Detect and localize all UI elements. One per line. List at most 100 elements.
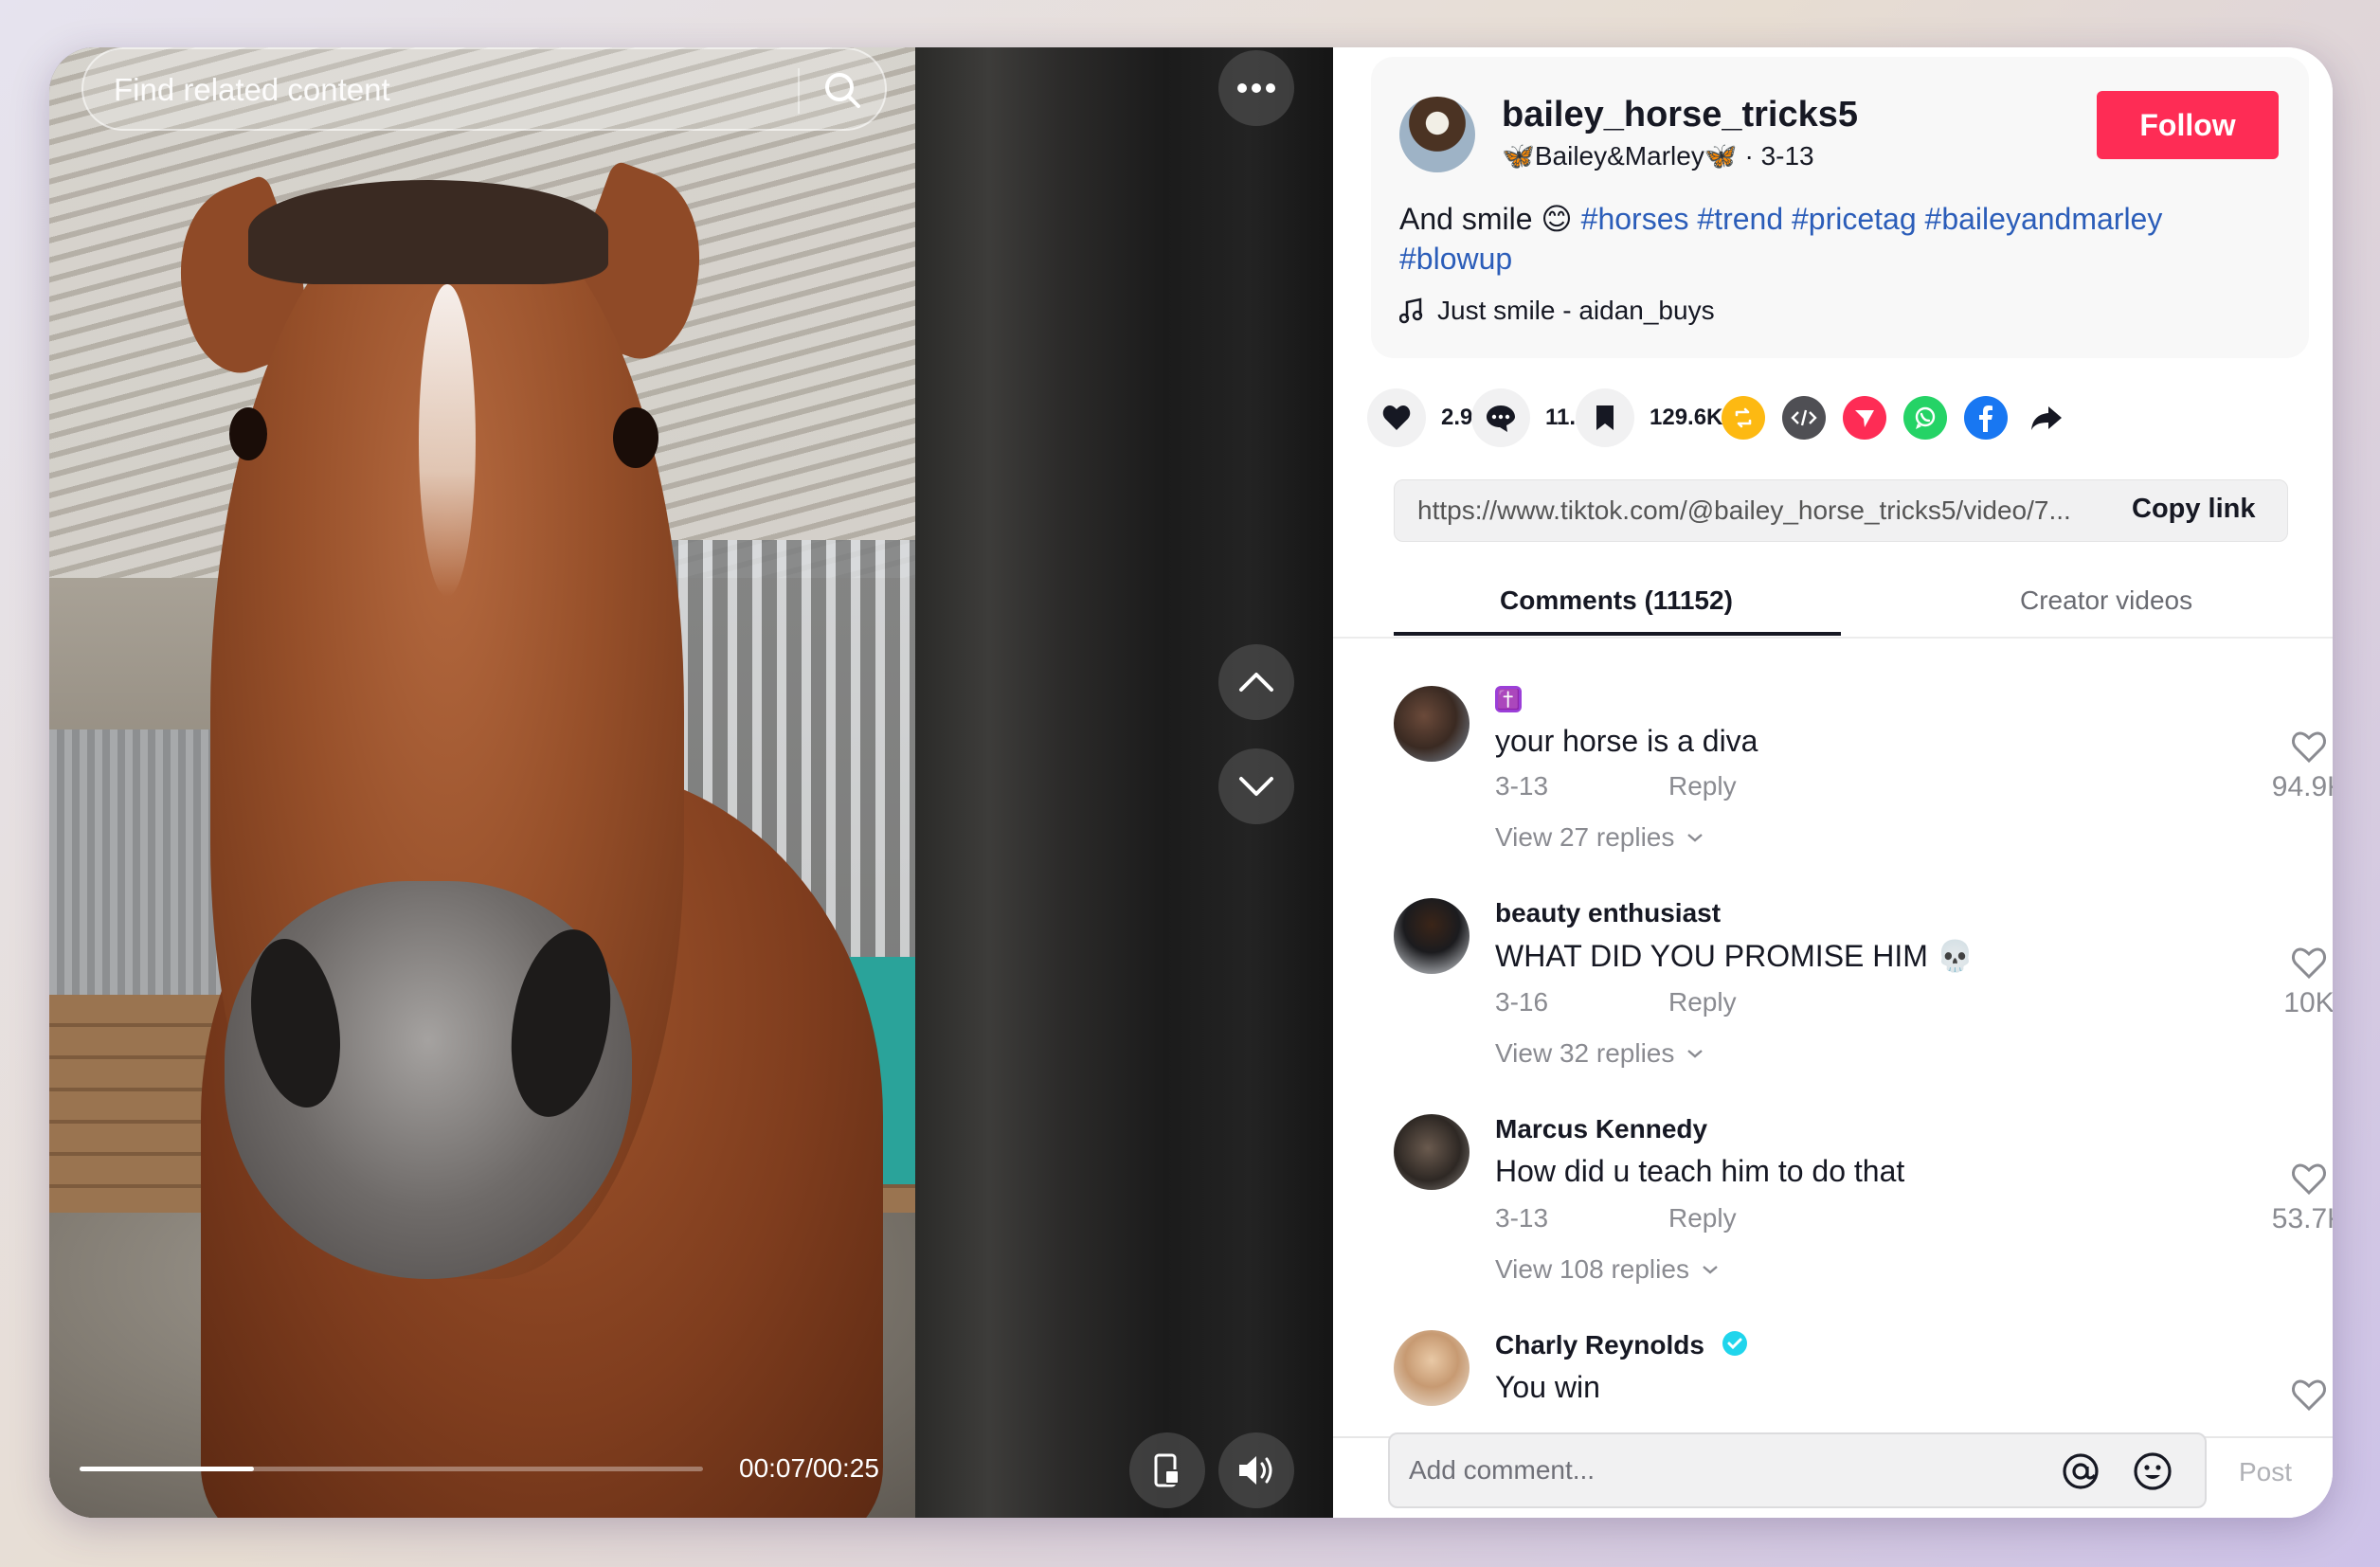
comment-date: 3-16: [1495, 987, 1549, 1017]
bookmark-icon[interactable]: [1576, 388, 1634, 447]
horse-blaze: [419, 284, 476, 597]
music-info[interactable]: Just smile - aidan_buys: [1399, 296, 1715, 326]
view-replies-button[interactable]: View 27 replies: [1495, 822, 1704, 853]
details-panel: bailey_horse_tricks5 🦋Bailey&Marley🦋 · 3…: [1333, 47, 2333, 1518]
description-text: And smile 😊: [1399, 202, 1581, 236]
view-replies-label: View 108 replies: [1495, 1254, 1689, 1284]
send-icon[interactable]: [1843, 396, 1886, 440]
author-subline: 🦋Bailey&Marley🦋 · 3-13: [1502, 140, 1814, 171]
comment-text: You win: [1495, 1370, 1600, 1404]
active-tab-indicator: [1394, 632, 1841, 636]
more-options-button[interactable]: [1218, 50, 1294, 126]
commenter-avatar[interactable]: [1394, 1330, 1469, 1406]
chevron-down-icon: [1687, 1050, 1704, 1058]
heart-outline-icon[interactable]: [2290, 946, 2328, 980]
comment-list[interactable]: ✝️ your horse is a diva 3-13 Reply View …: [1333, 639, 2333, 1436]
author-display-name[interactable]: 🦋Bailey&Marley🦋: [1502, 141, 1738, 171]
commenter-name-label: Charly Reynolds: [1495, 1330, 1704, 1360]
video-info-card: bailey_horse_tricks5 🦋Bailey&Marley🦋 · 3…: [1371, 57, 2309, 358]
heart-outline-icon[interactable]: [2290, 729, 2328, 764]
comment-item: beauty enthusiast WHAT DID YOU PROMISE H…: [1333, 855, 2333, 1071]
related-content-search[interactable]: Find related content: [81, 47, 887, 131]
copy-link-button[interactable]: Copy link: [2132, 494, 2256, 525]
mention-icon[interactable]: [2057, 1448, 2104, 1495]
add-comment-placeholder: Add comment...: [1409, 1455, 1596, 1485]
volume-button[interactable]: [1218, 1432, 1294, 1508]
tab-creator-videos[interactable]: Creator videos: [2020, 585, 2192, 616]
chevron-down-icon: [1239, 777, 1273, 796]
share-arrow-icon[interactable]: [2025, 396, 2068, 440]
comment-text: WHAT DID YOU PROMISE HIM 💀: [1495, 939, 1974, 973]
video-progress-bar[interactable]: [80, 1467, 703, 1471]
save-count: 129.6K: [1650, 405, 1723, 430]
chevron-down-icon: [1687, 834, 1704, 842]
comment-like-count: 53.7K: [2271, 1203, 2333, 1234]
comment-text: your horse is a diva: [1495, 724, 1758, 758]
comment-item: Charly Reynolds You win: [1333, 1287, 2333, 1436]
horse-eye-right: [613, 407, 658, 468]
app-window: Find related content 00:07/00:25 bailey_…: [49, 47, 2333, 1518]
search-placeholder: Find related content: [114, 72, 390, 107]
video-url[interactable]: https://www.tiktok.com/@bailey_horse_tri…: [1417, 495, 2109, 526]
commenter-name[interactable]: Marcus Kennedy: [1495, 1114, 1707, 1144]
video-link-box[interactable]: https://www.tiktok.com/@bailey_horse_tri…: [1394, 479, 2288, 542]
comment-like-count: 94.9K: [2271, 771, 2333, 802]
video-description: And smile 😊 #horses #trend #pricetag #ba…: [1399, 199, 2271, 279]
action-bar: 2.9M 11.2K 129.6K: [1367, 387, 2305, 449]
chevron-down-icon: [1703, 1266, 1718, 1274]
comment-icon[interactable]: [1471, 388, 1530, 447]
comment-item: Marcus Kennedy How did u teach him to do…: [1333, 1071, 2333, 1287]
embed-icon[interactable]: [1782, 396, 1826, 440]
chevron-up-icon: [1239, 673, 1273, 692]
tab-comments[interactable]: Comments (11152): [1500, 585, 1733, 616]
author-avatar[interactable]: [1399, 97, 1475, 172]
whatsapp-icon[interactable]: [1903, 396, 1947, 440]
view-replies-label: View 32 replies: [1495, 1038, 1675, 1068]
floating-player-icon: [1154, 1453, 1180, 1487]
horse-mane: [248, 180, 608, 284]
pip-button[interactable]: [1129, 1432, 1205, 1508]
reply-button[interactable]: Reply: [1668, 1203, 1737, 1234]
view-replies-button[interactable]: View 108 replies: [1495, 1254, 1720, 1285]
comment-text: How did u teach him to do that: [1495, 1154, 1905, 1188]
comment-date: 3-13: [1495, 1203, 1549, 1233]
comment-date: 3-13: [1495, 771, 1549, 801]
comment-item: ✝️ your horse is a diva 3-13 Reply View …: [1333, 639, 2333, 855]
repost-icon[interactable]: [1722, 396, 1765, 440]
heart-outline-icon[interactable]: [2290, 1378, 2328, 1412]
commenter-avatar[interactable]: [1394, 1114, 1469, 1190]
heart-outline-icon[interactable]: [2290, 1162, 2328, 1196]
post-button[interactable]: Post: [2239, 1457, 2292, 1487]
previous-video-button[interactable]: [1218, 644, 1294, 720]
video-player[interactable]: Find related content 00:07/00:25: [49, 47, 1333, 1518]
video-progress-fill: [80, 1467, 255, 1471]
save-action[interactable]: 129.6K: [1576, 387, 1722, 449]
commenter-avatar[interactable]: [1394, 898, 1469, 974]
author-username[interactable]: bailey_horse_tricks5: [1502, 95, 1858, 135]
view-replies-button[interactable]: View 32 replies: [1495, 1038, 1704, 1069]
commenter-name[interactable]: ✝️: [1495, 686, 1522, 712]
video-time: 00:07/00:25: [739, 1453, 879, 1483]
add-comment-input[interactable]: Add comment...: [1388, 1432, 2207, 1508]
verified-badge-icon: [1722, 1331, 1747, 1356]
follow-button[interactable]: Follow: [2097, 91, 2279, 159]
horse-eye-left: [229, 407, 267, 460]
comment-like-count: 10K: [2283, 987, 2333, 1018]
video-frame[interactable]: [49, 47, 915, 1518]
more-dots-icon: [1237, 83, 1275, 93]
post-date: · 3-13: [1737, 141, 1814, 171]
search-divider: [798, 68, 800, 114]
commenter-name[interactable]: beauty enthusiast: [1495, 898, 1721, 928]
emoji-icon[interactable]: [2129, 1448, 2176, 1495]
view-replies-label: View 27 replies: [1495, 822, 1675, 852]
reply-button[interactable]: Reply: [1668, 987, 1737, 1018]
commenter-name[interactable]: Charly Reynolds: [1495, 1330, 1748, 1360]
like-icon[interactable]: [1367, 388, 1426, 447]
facebook-icon[interactable]: [1964, 396, 2008, 440]
music-note-icon: [1399, 297, 1423, 324]
speaker-icon: [1239, 1456, 1272, 1485]
next-video-button[interactable]: [1218, 748, 1294, 824]
search-icon[interactable]: [815, 63, 872, 119]
commenter-avatar[interactable]: [1394, 686, 1469, 762]
reply-button[interactable]: Reply: [1668, 771, 1737, 802]
